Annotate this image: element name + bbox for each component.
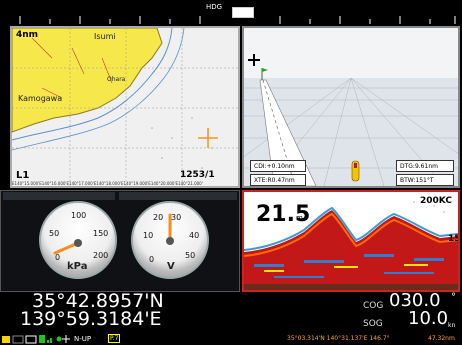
chart-number: 1253/1	[180, 170, 215, 180]
gauge-needle	[53, 239, 82, 255]
chart-pane[interactable]: 4nm Isumi Kamogawa Ohara L1 1253/1 E140°…	[10, 26, 240, 188]
gauge-header	[3, 192, 115, 200]
compass-icon	[62, 335, 70, 343]
heading-indicator[interactable]	[232, 7, 254, 18]
xte-readout: XTE:R0.47nm	[250, 174, 306, 186]
chart-map	[12, 28, 238, 186]
highway-pane[interactable]: CDI:+0.10nm XTE:R0.47nm DTG:9.61nm BTW:1…	[242, 26, 460, 188]
pressure-gauge[interactable]: 100 50 150 200 0 kPa	[39, 201, 117, 279]
gauge-needle	[166, 213, 174, 245]
longitude-readout: 139°59.3184'E	[20, 308, 162, 330]
satellite-icon	[2, 336, 10, 343]
heading-label: HDG	[206, 3, 223, 11]
orientation-mode[interactable]: N-UP	[74, 335, 91, 343]
gauge-header	[119, 192, 237, 200]
sog-label: SOG	[363, 319, 383, 329]
battery-icon	[25, 335, 37, 344]
frequency-label: 200KC	[420, 196, 452, 206]
cog-label: COG	[363, 301, 384, 311]
voltage-gauge[interactable]: 20 30 10 40 50 0 V	[131, 201, 209, 279]
btw-readout: BTW:151°T	[396, 174, 454, 186]
status-icons	[2, 335, 70, 344]
sog-unit: kn	[448, 322, 456, 329]
gps-bars-icon	[47, 338, 52, 343]
status-bar: N-UP P.7 35°03.314'N 140°31.137'E 146.7°…	[0, 333, 462, 345]
chart-coordinate-strip: E140°15.000'E140°16.000'E140°17.000'E140…	[12, 181, 203, 186]
heading-bar: HDG	[0, 0, 462, 24]
signal-icon	[12, 335, 24, 344]
heading-ticks	[19, 16, 456, 24]
own-ship-icon	[351, 160, 360, 182]
gps-fix-icon	[39, 335, 45, 343]
location-pin-icon	[56, 336, 62, 342]
dtg-readout: DTG:9.61nm	[396, 160, 454, 172]
cog-unit: °	[451, 292, 456, 303]
sog-readout: 10.0	[408, 308, 449, 329]
page-indicator[interactable]: P.7	[108, 334, 121, 343]
place-name: Ohara	[107, 76, 126, 83]
cdi-readout: CDI:+0.10nm	[250, 160, 306, 172]
chart-scale: 4nm	[16, 30, 39, 40]
chart-page: L1	[16, 170, 30, 181]
gauge-pane[interactable]: 100 50 150 200 0 kPa 20 30 10 40 50 0 V	[0, 190, 240, 292]
sounder-pane[interactable]: 21.5 m 200KC 15	[242, 190, 460, 292]
place-name: Kamogawa	[18, 94, 63, 103]
cursor-range: 47.32nm	[428, 335, 455, 342]
depth-scale-mark: 15	[448, 234, 460, 244]
cursor-position: 35°03.314'N 140°31.137'E 146.7°	[287, 335, 390, 342]
depth-unit: m	[296, 214, 303, 222]
place-name: Isumi	[94, 32, 116, 41]
